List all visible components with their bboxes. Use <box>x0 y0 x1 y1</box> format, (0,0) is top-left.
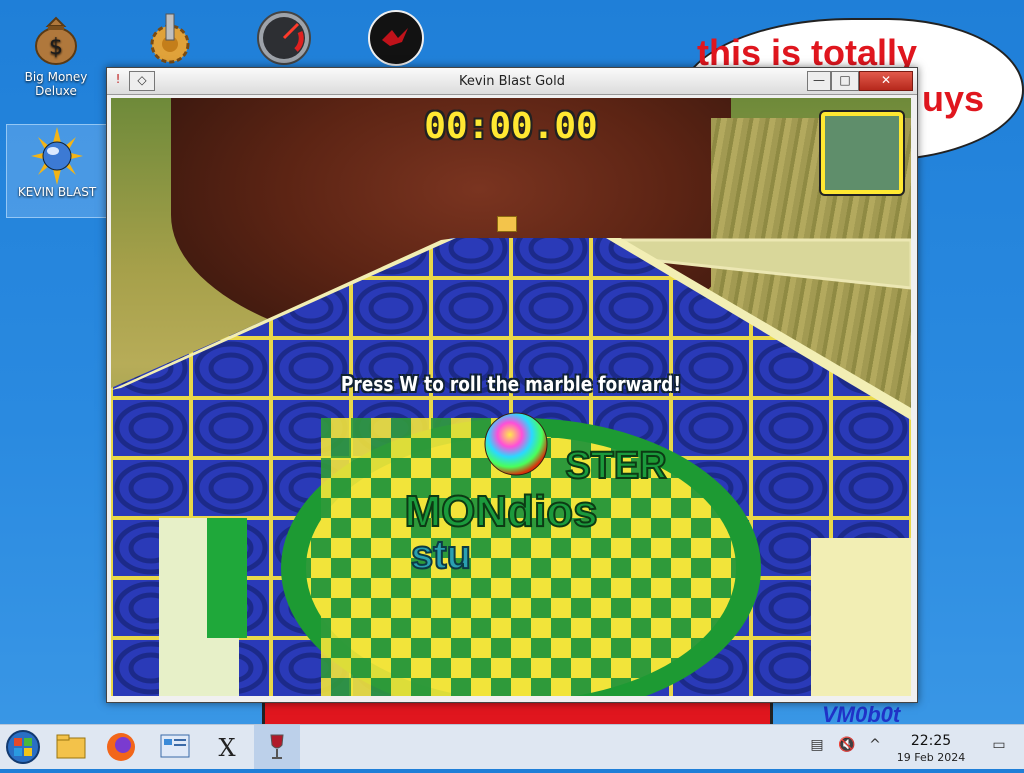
volume-muted-icon[interactable]: 🔇 <box>838 737 856 755</box>
pad-logo-top: STER <box>565 445 666 487</box>
desktop-icon-kevin-blast[interactable]: KEVIN BLAST <box>6 124 108 218</box>
gear-icon <box>142 10 198 66</box>
desktop-icon-label: Big Money <box>24 70 88 84</box>
window-titlebar[interactable]: ! ◇ Kevin Blast Gold — □ ✕ <box>107 68 917 95</box>
x-app-icon: X <box>218 734 235 762</box>
start-orb-icon <box>6 730 40 764</box>
pad-logo-text: MONdios <box>404 487 597 536</box>
tutorial-hint: Press W to roll the marble forward! <box>340 372 682 396</box>
wine-glass-icon <box>270 734 284 759</box>
wallpaper-red-strip <box>262 700 773 726</box>
desktop-icon-gear[interactable] <box>120 10 220 70</box>
show-desktop-icon[interactable]: ▭ <box>990 737 1008 755</box>
maximize-button[interactable]: □ <box>831 71 859 91</box>
firefox-icon <box>107 733 135 761</box>
desktop-icon-label: KEVIN BLAST <box>17 185 97 199</box>
clock-time[interactable]: 22:25 <box>898 733 964 749</box>
clipboard-icon[interactable]: ▤ <box>808 737 826 755</box>
control-panel-icon <box>160 734 190 758</box>
speech-bubble-text-2: uys <box>922 78 985 119</box>
race-timer: 00:00.00 <box>424 106 598 147</box>
kevin-blast-icon <box>29 125 85 185</box>
desktop-icon-red-swirl[interactable] <box>346 10 446 70</box>
player-marble <box>484 412 548 476</box>
taskbar-file-explorer[interactable] <box>48 725 94 769</box>
desktop-icon-label-2: Deluxe <box>35 84 77 98</box>
start-button[interactable] <box>0 725 46 769</box>
svg-text:$: $ <box>49 35 63 60</box>
taskbar-wine-active[interactable] <box>254 725 300 769</box>
svg-text:X: X <box>218 734 235 762</box>
game-window[interactable]: ! ◇ Kevin Blast Gold — □ ✕ MONdios stu S… <box>106 67 918 703</box>
money-bag-icon: $ <box>28 10 84 66</box>
chevron-up-icon[interactable]: ^ <box>866 737 884 755</box>
game-viewport[interactable]: MONdios stu STER 00:00.00 Press W to rol… <box>111 98 911 696</box>
taskbar: X ▤ 🔇 ^ 22:25 19 Feb 2024 ▭ <box>0 724 1024 769</box>
pad-logo-subtext: stu <box>411 533 471 577</box>
desktop-icon-big-money-deluxe[interactable]: $ Big Money Deluxe <box>6 10 106 98</box>
close-button[interactable]: ✕ <box>859 71 913 91</box>
window-title: Kevin Blast Gold <box>459 74 565 89</box>
minimap <box>821 112 903 194</box>
minimize-button[interactable]: — <box>807 71 831 91</box>
clock-date[interactable]: 19 Feb 2024 <box>888 751 974 764</box>
taskbar-firefox[interactable] <box>98 725 144 769</box>
checkpoint-sign <box>497 216 517 232</box>
file-explorer-icon <box>56 734 86 759</box>
red-swirl-icon <box>368 10 424 66</box>
gauge-icon <box>256 10 312 66</box>
desktop-icon-gauge[interactable] <box>234 10 334 70</box>
game-track: MONdios stu STER <box>111 238 911 696</box>
taskbar-control-panel[interactable] <box>152 725 198 769</box>
taskbar-x-app[interactable]: X <box>204 725 250 769</box>
